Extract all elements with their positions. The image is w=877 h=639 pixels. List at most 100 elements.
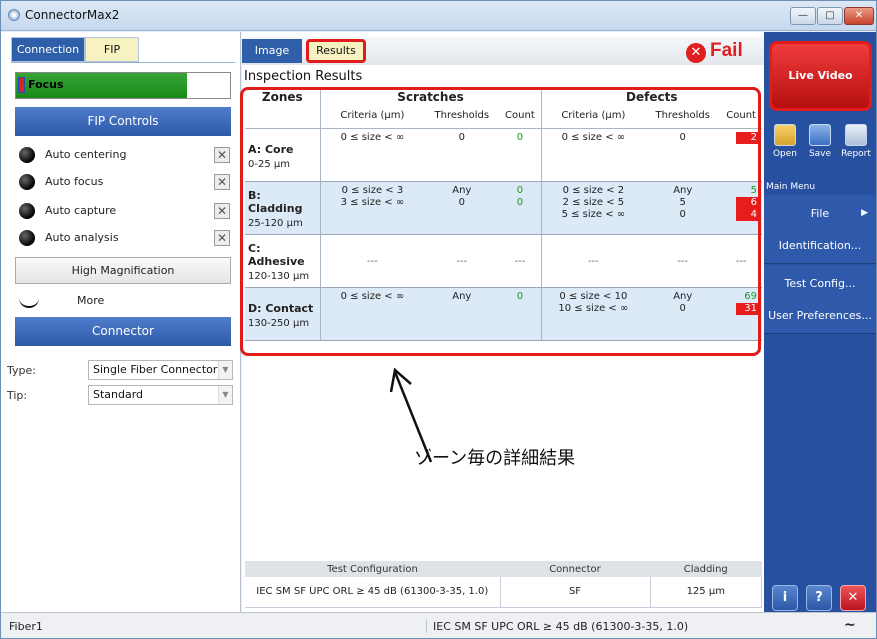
count-value: 0 bbox=[516, 131, 524, 143]
toggle-x-icon[interactable]: ✕ bbox=[214, 203, 230, 219]
count-value: 0 bbox=[516, 184, 524, 196]
table-row: D: Contact 130-250 μm 0 ≤ size < ∞ Any 0… bbox=[245, 287, 762, 341]
tip-select-value: Standard bbox=[93, 388, 144, 401]
save-label: Save bbox=[808, 149, 832, 159]
chevron-down-icon[interactable] bbox=[19, 298, 39, 308]
live-video-button[interactable]: Live Video bbox=[769, 41, 872, 111]
zone-name: C: Adhesive bbox=[248, 242, 305, 268]
connector-header: Connector bbox=[15, 317, 231, 346]
zone-range: 0-25 μm bbox=[248, 158, 290, 170]
sub-count: Count bbox=[720, 107, 762, 129]
control-label: Auto capture bbox=[45, 204, 117, 217]
minimize-icon[interactable]: — bbox=[790, 7, 816, 25]
folder-icon bbox=[774, 124, 796, 146]
high-magnification-button[interactable]: High Magnification bbox=[15, 257, 231, 284]
empty-value: --- bbox=[677, 256, 689, 267]
count-value: 5 bbox=[750, 184, 757, 196]
status-test-config: IEC SM SF UPC ORL ≥ 45 dB (61300-3-35, 1… bbox=[426, 620, 688, 633]
criteria-value: 0 ≤ size < ∞ bbox=[561, 131, 626, 143]
tip-select[interactable]: Standard ▼ bbox=[88, 385, 233, 405]
toggle-x-icon[interactable]: ✕ bbox=[214, 147, 230, 163]
threshold-value: Any bbox=[452, 184, 472, 196]
control-label: Auto centering bbox=[45, 148, 127, 161]
tab-fip[interactable]: FIP bbox=[85, 37, 139, 62]
threshold-value: 5 bbox=[679, 196, 686, 208]
open-button[interactable]: Open bbox=[768, 124, 802, 159]
criteria-value: 3 ≤ size < ∞ bbox=[340, 196, 405, 208]
main-menu-label: Main Menu bbox=[766, 182, 816, 192]
help-icon[interactable]: ? bbox=[806, 585, 832, 611]
tab-results[interactable]: Results bbox=[306, 39, 366, 63]
toggle-x-icon[interactable]: ✕ bbox=[214, 230, 230, 246]
close-icon[interactable]: ✕ bbox=[844, 7, 874, 25]
config-connector-value: SF bbox=[500, 577, 651, 608]
status-dot-icon bbox=[19, 147, 35, 163]
control-label: Auto focus bbox=[45, 175, 104, 188]
dropdown-arrow-icon[interactable]: ▼ bbox=[218, 386, 232, 404]
threshold-value: 0 bbox=[679, 131, 686, 143]
threshold-value: 0 bbox=[458, 196, 465, 208]
sub-thresholds: Thresholds bbox=[424, 107, 500, 129]
zone-name: B: Cladding bbox=[248, 189, 303, 215]
empty-value: --- bbox=[587, 256, 599, 267]
sub-criteria: Criteria (μm) bbox=[540, 107, 646, 129]
more-toggle[interactable]: More bbox=[77, 294, 104, 307]
status-dot-icon bbox=[19, 230, 35, 246]
report-button[interactable]: Report bbox=[839, 124, 873, 159]
zone-name: D: Contact bbox=[248, 301, 314, 315]
maximize-icon[interactable]: □ bbox=[817, 7, 843, 25]
save-button[interactable]: Save bbox=[803, 124, 837, 159]
col-scratches: Scratches bbox=[319, 90, 541, 107]
report-label: Report bbox=[841, 149, 871, 159]
tip-label: Tip: bbox=[7, 389, 28, 402]
criteria-value: 2 ≤ size < 5 bbox=[562, 196, 625, 208]
dropdown-arrow-icon[interactable]: ▼ bbox=[218, 361, 232, 379]
threshold-value: 0 bbox=[679, 208, 686, 220]
criteria-value: 5 ≤ size < ∞ bbox=[561, 208, 626, 220]
empty-value: --- bbox=[735, 256, 747, 267]
fip-controls-header: FIP Controls bbox=[15, 107, 231, 136]
config-table: Test Configuration Connector Cladding IE… bbox=[245, 561, 762, 608]
empty-value: --- bbox=[456, 256, 468, 267]
count-value: 0 bbox=[516, 290, 524, 302]
threshold-value: Any bbox=[673, 290, 693, 302]
table-row: A: Core 0-25 μm 0 ≤ size < ∞ 0 0 0 ≤ siz… bbox=[245, 128, 762, 182]
sub-criteria: Criteria (μm) bbox=[319, 107, 425, 129]
inspection-results-title: Inspection Results bbox=[244, 69, 363, 84]
status-dot-icon bbox=[19, 174, 35, 190]
app-window: ConnectorMax2 — □ ✕ Connection FIP Focus… bbox=[0, 0, 877, 639]
threshold-value: 0 bbox=[679, 302, 686, 314]
count-value-fail: 2 bbox=[736, 131, 760, 144]
table-header-row: Zones Scratches Defects bbox=[245, 90, 762, 107]
menu-identification[interactable]: Identification... bbox=[764, 227, 876, 264]
signal-icon: ∼ bbox=[844, 617, 856, 633]
zone-range: 120-130 μm bbox=[248, 271, 310, 282]
tab-connection[interactable]: Connection bbox=[11, 37, 85, 62]
zone-cell: C: Adhesive 120-130 μm bbox=[245, 234, 321, 288]
criteria-value: 0 ≤ size < 2 bbox=[562, 184, 625, 196]
close-app-icon[interactable]: ✕ bbox=[840, 585, 866, 611]
threshold-value: 0 bbox=[458, 131, 465, 143]
tab-divider bbox=[11, 62, 235, 63]
menu-user-preferences[interactable]: User Preferences... bbox=[764, 297, 876, 334]
menu-file-label: File bbox=[810, 207, 830, 220]
threshold-value: Any bbox=[673, 184, 693, 196]
window-title: ConnectorMax2 bbox=[25, 8, 120, 22]
result-status: Fail bbox=[710, 40, 743, 61]
floppy-icon bbox=[809, 124, 831, 146]
count-value-fail: 6 bbox=[736, 196, 760, 209]
count-value-fail: 31 bbox=[736, 302, 760, 315]
col-defects: Defects bbox=[540, 90, 762, 107]
toggle-x-icon[interactable]: ✕ bbox=[214, 174, 230, 190]
threshold-value: Any bbox=[452, 290, 472, 302]
zone-cell: A: Core 0-25 μm bbox=[245, 128, 321, 182]
zone-cell: B: Cladding 25-120 μm bbox=[245, 181, 321, 235]
zone-cell: D: Contact 130-250 μm bbox=[245, 287, 321, 341]
tab-image[interactable]: Image bbox=[242, 39, 302, 63]
table-row: B: Cladding 25-120 μm 0 ≤ size < 3 3 ≤ s… bbox=[245, 181, 762, 235]
focus-label: Focus bbox=[28, 78, 64, 91]
config-header-row: Test Configuration Connector Cladding bbox=[245, 561, 762, 577]
info-icon[interactable]: i bbox=[772, 585, 798, 611]
type-select[interactable]: Single Fiber Connector ▼ bbox=[88, 360, 233, 380]
empty-value: --- bbox=[514, 256, 526, 267]
